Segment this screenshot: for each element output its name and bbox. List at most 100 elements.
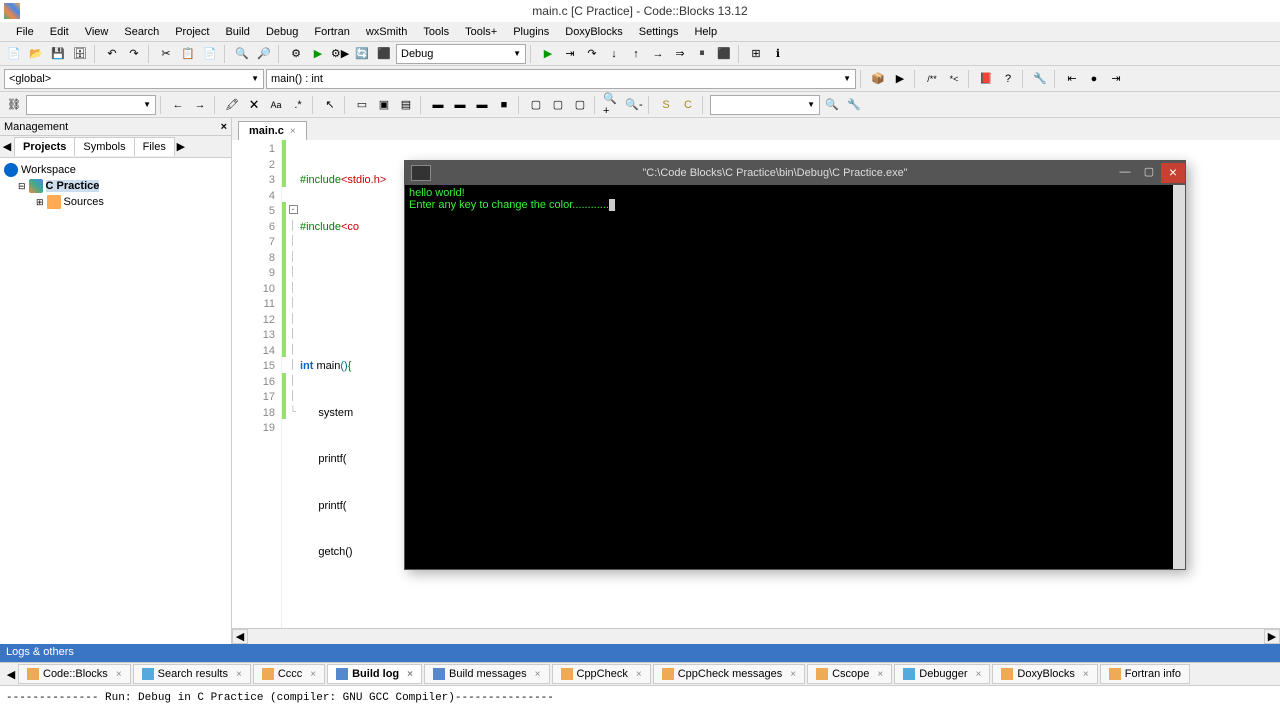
save-icon[interactable]: 💾 <box>48 44 68 64</box>
menu-toolsplus[interactable]: Tools+ <box>457 24 505 40</box>
debug-windows-icon[interactable]: ⊞ <box>746 44 766 64</box>
build-icon[interactable]: ⚙ <box>286 44 306 64</box>
logtabs-left-icon[interactable]: ◀ <box>4 668 18 681</box>
scope-dropdown[interactable]: <global>▼ <box>4 69 264 89</box>
box7-icon[interactable]: ■ <box>494 95 514 115</box>
logtab-cscope[interactable]: Cscope× <box>807 664 892 684</box>
prev-icon[interactable]: ← <box>168 95 188 115</box>
doxy-config-icon[interactable]: 🔧 <box>1030 69 1050 89</box>
console-close-icon[interactable]: × <box>1161 163 1185 183</box>
undo-icon[interactable]: ↶ <box>102 44 122 64</box>
regex-icon[interactable]: .* <box>288 95 308 115</box>
open-icon[interactable]: 📂 <box>26 44 46 64</box>
menu-doxyblocks[interactable]: DoxyBlocks <box>557 24 630 40</box>
build-run-icon[interactable]: ⚙▶ <box>330 44 350 64</box>
mgmt-tabs-left-icon[interactable]: ◀ <box>0 140 14 153</box>
search-opt-icon[interactable]: 🔧 <box>844 95 864 115</box>
menu-settings[interactable]: Settings <box>631 24 687 40</box>
hscroll-left-icon[interactable]: ◀ <box>232 629 248 644</box>
tree-project[interactable]: ⊟C Practice <box>4 178 227 194</box>
next-icon[interactable]: → <box>190 95 210 115</box>
logtab-doxyblocks[interactable]: DoxyBlocks× <box>992 664 1097 684</box>
doxy-icon[interactable]: 📦 <box>868 69 888 89</box>
search-dropdown[interactable]: ▼ <box>26 95 156 115</box>
step-out-icon[interactable]: ↑ <box>626 44 646 64</box>
stop-debug-icon[interactable]: ⬛ <box>714 44 734 64</box>
logtab-fortran[interactable]: Fortran info <box>1100 664 1190 684</box>
editor-tab-mainc[interactable]: main.c × <box>238 121 307 140</box>
fold-column[interactable]: -││││││││││││└ <box>286 140 300 628</box>
mgmt-tab-files[interactable]: Files <box>134 137 175 156</box>
block2-icon[interactable]: ▢ <box>548 95 568 115</box>
next-instr-icon[interactable]: → <box>648 44 668 64</box>
menu-project[interactable]: Project <box>167 24 217 40</box>
console-titlebar[interactable]: "C:\Code Blocks\C Practice\bin\Debug\C P… <box>405 161 1185 185</box>
logs-header[interactable]: Logs & others <box>0 644 1280 662</box>
doxy-run-icon[interactable]: ▶ <box>890 69 910 89</box>
menu-help[interactable]: Help <box>686 24 725 40</box>
s-icon[interactable]: S <box>656 95 676 115</box>
redo-icon[interactable]: ↷ <box>124 44 144 64</box>
menu-tools[interactable]: Tools <box>415 24 457 40</box>
block3-icon[interactable]: ▢ <box>570 95 590 115</box>
copy-icon[interactable]: 📋 <box>178 44 198 64</box>
cut-icon[interactable]: ✂ <box>156 44 176 64</box>
comment-block-icon[interactable]: /** <box>922 69 942 89</box>
console-maximize-icon[interactable]: ▢ <box>1137 163 1161 183</box>
logtab-debugger[interactable]: Debugger× <box>894 664 990 684</box>
management-close-icon[interactable]: × <box>221 121 227 133</box>
menu-edit[interactable]: Edit <box>42 24 77 40</box>
mgmt-tab-projects[interactable]: Projects <box>14 137 75 156</box>
step-instr-icon[interactable]: ⇒ <box>670 44 690 64</box>
function-dropdown[interactable]: main() : int▼ <box>266 69 856 89</box>
box4-icon[interactable]: ▬ <box>428 95 448 115</box>
logtab-cppcheck[interactable]: CppCheck× <box>552 664 651 684</box>
tab-close-icon[interactable]: × <box>290 126 296 137</box>
build-target-dropdown[interactable]: Debug▼ <box>396 44 526 64</box>
console-window[interactable]: "C:\Code Blocks\C Practice\bin\Debug\C P… <box>404 160 1186 570</box>
logtab-buildmsg[interactable]: Build messages× <box>424 664 550 684</box>
nav-fwd-icon[interactable]: ⇥ <box>1106 69 1126 89</box>
comment-line-icon[interactable]: *< <box>944 69 964 89</box>
tree-workspace[interactable]: Workspace <box>4 162 227 178</box>
doxy-help-icon[interactable]: ? <box>998 69 1018 89</box>
run-icon[interactable]: ▶ <box>308 44 328 64</box>
console-scrollbar[interactable] <box>1173 185 1185 569</box>
box6-icon[interactable]: ▬ <box>472 95 492 115</box>
step-into-icon[interactable]: ↓ <box>604 44 624 64</box>
info-icon[interactable]: ℹ <box>768 44 788 64</box>
zoom-in-icon[interactable]: 🔍+ <box>602 95 622 115</box>
logtab-cppcheckmsg[interactable]: CppCheck messages× <box>653 664 805 684</box>
logtab-searchresults[interactable]: Search results× <box>133 664 251 684</box>
logtab-buildlog[interactable]: Build log× <box>327 664 422 684</box>
mgmt-tabs-right-icon[interactable]: ▶ <box>174 140 188 153</box>
logtab-codeblocks[interactable]: Code::Blocks× <box>18 664 131 684</box>
console-body[interactable]: hello world! Enter any key to change the… <box>405 185 1185 569</box>
console-minimize-icon[interactable]: — <box>1113 163 1137 183</box>
search-go-icon[interactable]: 🔍 <box>822 95 842 115</box>
save-all-icon[interactable]: 🗄 <box>70 44 90 64</box>
tree-sources[interactable]: ⊞Sources <box>4 194 227 210</box>
break-icon[interactable]: ⏸ <box>692 44 712 64</box>
abort-icon[interactable]: ⬛ <box>374 44 394 64</box>
hscroll-right-icon[interactable]: ▶ <box>1264 629 1280 644</box>
box1-icon[interactable]: ▭ <box>352 95 372 115</box>
box2-icon[interactable]: ▣ <box>374 95 394 115</box>
menu-search[interactable]: Search <box>116 24 167 40</box>
logtab-cccc[interactable]: Cccc× <box>253 664 325 684</box>
nav-point-icon[interactable]: ● <box>1084 69 1104 89</box>
menu-build[interactable]: Build <box>217 24 257 40</box>
zoom-out-icon[interactable]: 🔍- <box>624 95 644 115</box>
menu-wxsmith[interactable]: wxSmith <box>358 24 416 40</box>
paste-icon[interactable]: 📄 <box>200 44 220 64</box>
highlight-icon[interactable]: 🖍 <box>222 95 242 115</box>
box5-icon[interactable]: ▬ <box>450 95 470 115</box>
menu-fortran[interactable]: Fortran <box>306 24 357 40</box>
case-icon[interactable]: Aa <box>266 95 286 115</box>
horizontal-scrollbar[interactable]: ◀ ▶ <box>232 628 1280 644</box>
rebuild-icon[interactable]: 🔄 <box>352 44 372 64</box>
select-icon[interactable]: ↖ <box>320 95 340 115</box>
debug-start-icon[interactable]: ▶ <box>538 44 558 64</box>
clear-highlight-icon[interactable]: 🗙 <box>244 95 264 115</box>
menu-view[interactable]: View <box>77 24 117 40</box>
